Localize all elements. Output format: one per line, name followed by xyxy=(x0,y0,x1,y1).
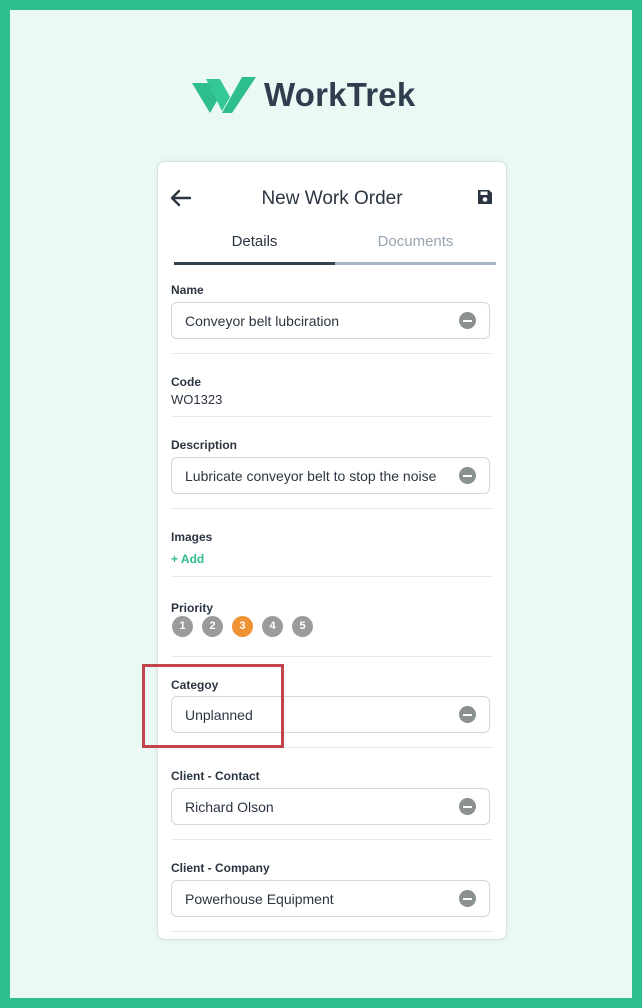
worktrek-logo-icon xyxy=(192,77,256,113)
description-input[interactable]: Lubricate conveyor belt to stop the nois… xyxy=(171,457,490,494)
priority-option-5[interactable]: 5 xyxy=(292,616,313,637)
category-highlight-box xyxy=(142,664,284,748)
client-contact-section: Client - Contact Richard Olson xyxy=(171,769,491,825)
client-company-label: Client - Company xyxy=(171,861,270,875)
tab-indicator-active xyxy=(174,262,335,265)
divider xyxy=(171,576,493,577)
clear-category-icon[interactable] xyxy=(459,706,476,723)
add-image-link[interactable]: + Add xyxy=(171,552,491,566)
priority-option-3[interactable]: 3 xyxy=(232,616,253,637)
client-company-section: Client - Company Powerhouse Equipment xyxy=(171,861,491,917)
code-section: Code WO1323 xyxy=(171,375,491,407)
work-order-screen: New Work Order Details Documents Name Co… xyxy=(157,161,507,940)
client-contact-label: Client - Contact xyxy=(171,769,260,783)
code-value: WO1323 xyxy=(171,392,223,407)
page-title: New Work Order xyxy=(261,188,403,209)
client-contact-select[interactable]: Richard Olson xyxy=(171,788,490,825)
divider xyxy=(171,839,493,840)
description-value: Lubricate conveyor belt to stop the nois… xyxy=(185,468,437,484)
tab-bar: Details Documents xyxy=(174,232,496,266)
brand-name: WorkTrek xyxy=(264,76,416,113)
description-label: Description xyxy=(171,438,238,452)
brand-logo: WorkTrek xyxy=(192,74,415,116)
images-section: Images + Add xyxy=(171,530,491,566)
divider xyxy=(171,508,493,509)
clear-name-icon[interactable] xyxy=(459,312,476,329)
tab-indicator-inactive xyxy=(335,262,496,265)
clear-description-icon[interactable] xyxy=(459,467,476,484)
name-section: Name Conveyor belt lubciration xyxy=(171,283,491,339)
tab-details[interactable]: Details xyxy=(174,232,335,262)
priority-option-2[interactable]: 2 xyxy=(202,616,223,637)
name-value: Conveyor belt lubciration xyxy=(185,313,340,329)
divider xyxy=(171,353,493,354)
floppy-disk-icon[interactable] xyxy=(477,189,493,205)
client-contact-value: Richard Olson xyxy=(185,799,274,815)
priority-section: Priority 1 2 3 4 5 xyxy=(171,601,491,637)
images-label: Images xyxy=(171,530,213,544)
clear-client-company-icon[interactable] xyxy=(459,890,476,907)
tab-documents[interactable]: Documents xyxy=(335,232,496,262)
priority-option-4[interactable]: 4 xyxy=(262,616,283,637)
client-company-value: Powerhouse Equipment xyxy=(185,891,334,907)
client-company-select[interactable]: Powerhouse Equipment xyxy=(171,880,490,917)
divider xyxy=(171,656,493,657)
priority-option-1[interactable]: 1 xyxy=(172,616,193,637)
description-section: Description Lubricate conveyor belt to s… xyxy=(171,438,491,494)
name-label: Name xyxy=(171,283,204,297)
priority-label: Priority xyxy=(171,601,214,615)
clear-client-contact-icon[interactable] xyxy=(459,798,476,815)
name-input[interactable]: Conveyor belt lubciration xyxy=(171,302,490,339)
divider xyxy=(171,931,493,932)
code-label: Code xyxy=(171,375,201,389)
app-bar: New Work Order xyxy=(158,162,506,232)
divider xyxy=(171,416,493,417)
